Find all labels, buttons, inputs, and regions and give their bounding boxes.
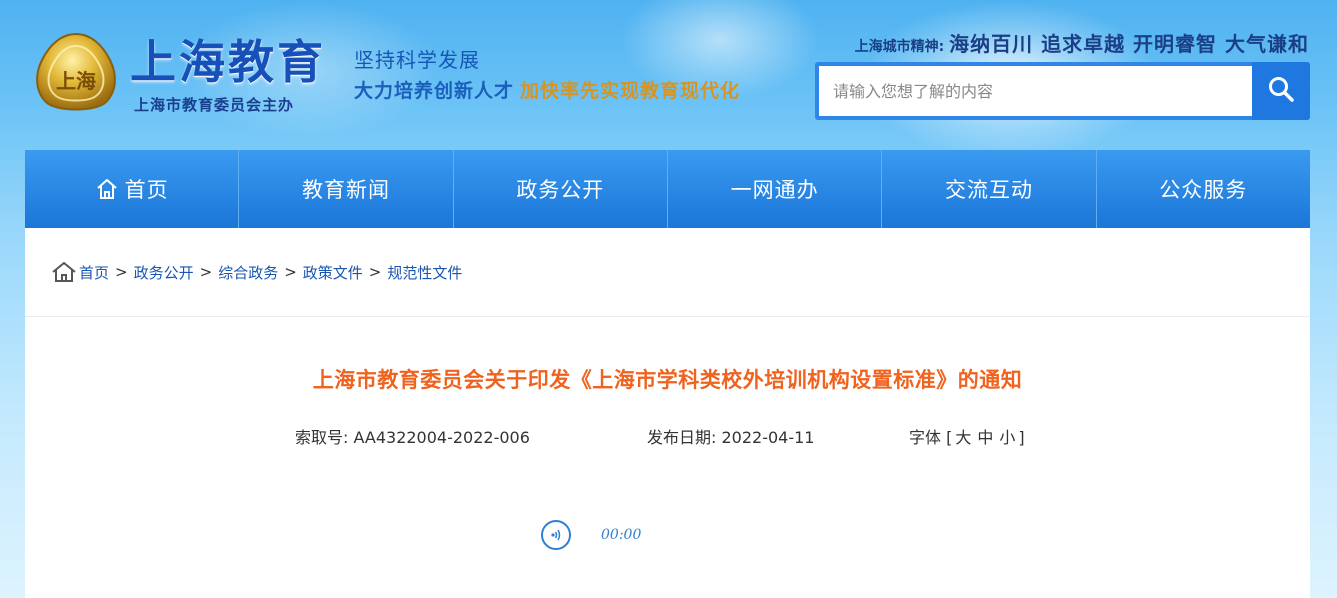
city-spirit-value: 海纳百川 追求卓越 开明睿智 大气谦和 — [949, 32, 1309, 56]
date-value: 2022-04-11 — [721, 428, 815, 447]
nav-item-interaction[interactable]: 交流互动 — [882, 150, 1097, 228]
nav-item-label: 政务公开 — [516, 178, 605, 202]
search-button[interactable] — [1252, 62, 1310, 120]
font-size-bracket-open: [ — [946, 428, 953, 447]
slogan-line-2: 大力培养创新人才 加快率先实现教育现代化 — [354, 76, 740, 103]
font-size-label: 字体 — [909, 428, 942, 447]
breadcrumb: 首页 > 政务公开 > 综合政务 > 政策文件 > 规范性文件 — [51, 260, 462, 284]
font-size-medium-button[interactable]: 中 — [977, 428, 993, 447]
site-subtitle: 上海市教育委员会主办 — [134, 96, 295, 114]
search-icon — [1267, 75, 1295, 107]
audio-play-icon — [549, 528, 563, 542]
search-input[interactable] — [819, 66, 1252, 116]
breadcrumb-link-normative-documents[interactable]: 规范性文件 — [387, 262, 462, 283]
breadcrumb-separator: > — [115, 263, 128, 281]
home-icon — [95, 177, 119, 201]
date-label: 发布日期: — [647, 428, 717, 447]
nav-item-label: 教育新闻 — [301, 178, 390, 202]
site-title: 上海教育 — [130, 35, 326, 89]
breadcrumb-separator: > — [284, 263, 297, 281]
audio-time: 00:00 — [601, 527, 642, 543]
article-title: 上海市教育委员会关于印发《上海市学科类校外培训机构设置标准》的通知 — [312, 368, 1023, 392]
nav-item-label: 首页 — [124, 178, 169, 202]
nav-item-label: 公众服务 — [1159, 178, 1248, 202]
slogan-line-2a: 大力培养创新人才 — [354, 80, 515, 102]
breadcrumb-link-home[interactable]: 首页 — [79, 262, 109, 283]
audio-play-button[interactable] — [541, 520, 571, 550]
nav-item-home[interactable]: 首页 — [25, 150, 240, 228]
city-spirit-label: 上海城市精神: — [854, 39, 945, 55]
content-panel: 首页 > 政务公开 > 综合政务 > 政策文件 > 规范性文件 上海市教育委员会… — [25, 228, 1310, 598]
breadcrumb-link-policy-documents[interactable]: 政策文件 — [303, 262, 363, 283]
font-size-bracket-close: ] — [1018, 428, 1025, 447]
main-nav: 首页 教育新闻 政务公开 一网通办 交流互动 公众服务 — [25, 150, 1310, 228]
index-label: 索取号: — [295, 428, 349, 447]
slogan-line-2b: 加快率先实现教育现代化 — [520, 80, 741, 102]
city-spirit: 上海城市精神: 海纳百川 追求卓越 开明睿智 大气谦和 — [855, 28, 1309, 57]
nav-item-public-services[interactable]: 公众服务 — [1097, 150, 1310, 228]
font-size-large-button[interactable]: 大 — [955, 428, 971, 447]
emblem-text: 上海 — [56, 69, 96, 93]
article-publish-date: 发布日期: 2022-04-11 — [647, 424, 814, 448]
breadcrumb-separator: > — [199, 263, 213, 281]
index-value: AA4322004-2022-006 — [353, 428, 530, 447]
nav-item-label: 一网通办 — [730, 178, 819, 202]
nav-item-education-news[interactable]: 教育新闻 — [239, 150, 454, 228]
breadcrumb-divider — [25, 316, 1310, 317]
nav-item-one-stop-service[interactable]: 一网通办 — [668, 150, 883, 228]
nav-item-label: 交流互动 — [944, 178, 1033, 202]
slogan-line-1: 坚持科学发展 — [354, 48, 480, 72]
breadcrumb-link-general-affairs[interactable]: 综合政务 — [218, 262, 278, 283]
nav-item-government-affairs[interactable]: 政务公开 — [454, 150, 668, 228]
breadcrumb-link-government-affairs[interactable]: 政务公开 — [134, 262, 194, 283]
breadcrumb-separator: > — [368, 263, 382, 281]
audio-player: 00:00 — [541, 520, 641, 550]
font-size-selector: 字体 [大中小] — [909, 424, 1025, 448]
shanghai-education-emblem-logo: 上海 — [32, 30, 120, 114]
home-icon — [51, 260, 77, 284]
font-size-small-button[interactable]: 小 — [999, 428, 1015, 447]
article-index-number: 索取号: AA4322004-2022-006 — [295, 424, 530, 448]
search-bar — [815, 62, 1310, 120]
